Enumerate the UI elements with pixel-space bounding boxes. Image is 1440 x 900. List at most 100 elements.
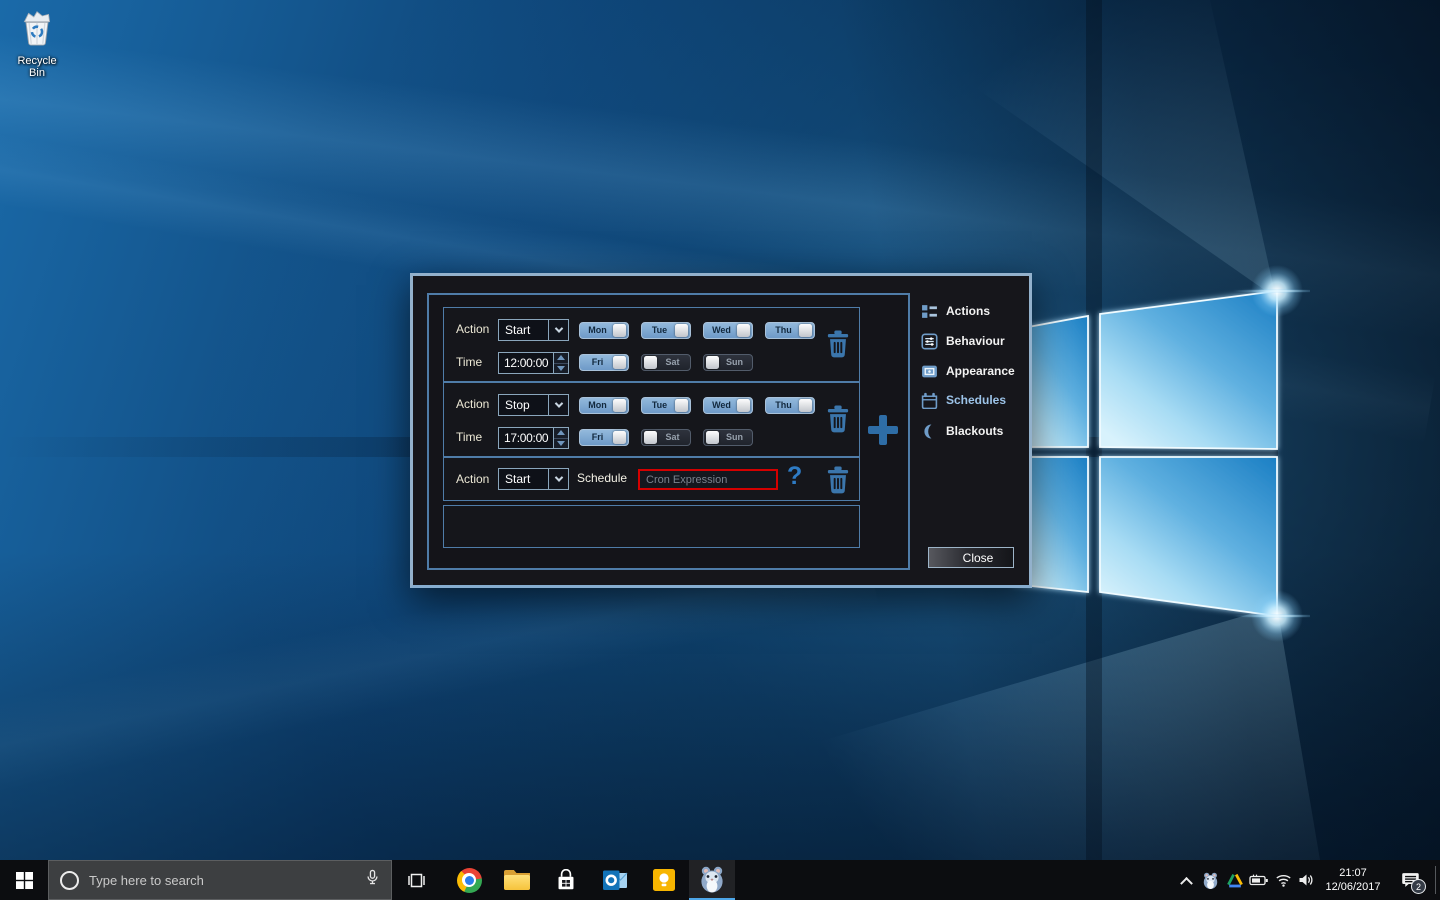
toggle-knob [737, 324, 750, 337]
appearance-icon [921, 363, 938, 380]
taskbar-app-keep[interactable] [644, 860, 684, 900]
action-select[interactable]: Stop [498, 394, 569, 416]
nav-item-schedules[interactable]: Schedules [921, 388, 1031, 412]
cron-help-button[interactable]: ? [787, 462, 802, 491]
outlook-icon [602, 869, 629, 892]
time-value: 12:00:00 [499, 353, 553, 373]
taskbar-app-store[interactable] [546, 860, 586, 900]
day-toggle-sun[interactable]: Sun [703, 429, 753, 446]
time-label: Time [456, 430, 482, 444]
empty-schedule-slot [443, 505, 860, 548]
taskbar-search[interactable]: Type here to search [48, 860, 392, 900]
delete-row-button[interactable] [825, 329, 851, 361]
nav-item-appearance[interactable]: Appearance [921, 359, 1031, 383]
spin-down-button[interactable] [554, 439, 568, 449]
action-select[interactable]: Start [498, 468, 569, 490]
notification-badge: 2 [1411, 879, 1426, 894]
spin-down-button[interactable] [554, 364, 568, 374]
action-select-value: Stop [499, 395, 548, 415]
chevron-down-icon [548, 395, 568, 415]
day-toggle-wed[interactable]: Wed [703, 397, 753, 414]
wifi-icon [1275, 872, 1292, 888]
spin-up-button[interactable] [554, 353, 568, 364]
hamster-app-icon [697, 864, 727, 894]
day-toggle-fri[interactable]: Fri [579, 429, 629, 446]
time-input[interactable]: 12:00:00 [498, 352, 569, 374]
taskbar-app-file-explorer[interactable] [497, 860, 537, 900]
plus-icon [879, 415, 887, 445]
toggle-knob [737, 399, 750, 412]
day-toggle-mon[interactable]: Mon [579, 397, 629, 414]
toggle-knob [644, 431, 657, 444]
taskbar-app-hamster-active[interactable] [689, 860, 735, 900]
delete-row-button[interactable] [825, 465, 851, 497]
toggle-knob [799, 399, 812, 412]
spin-up-button[interactable] [554, 428, 568, 439]
drive-icon [1227, 873, 1243, 888]
tray-google-drive[interactable] [1224, 860, 1246, 900]
store-icon [556, 869, 576, 891]
day-toggle-sun[interactable]: Sun [703, 354, 753, 371]
task-view-icon [407, 872, 426, 889]
nav-item-actions[interactable]: Actions [921, 299, 1031, 323]
tray-wifi[interactable] [1272, 860, 1294, 900]
schedule-row-1: Action Start Time 12:00:00 Mon Tue Wed T… [443, 307, 860, 382]
toggle-knob [644, 356, 657, 369]
cron-expression-input[interactable] [638, 469, 778, 490]
day-toggle-thu[interactable]: Thu [765, 397, 815, 414]
day-toggle-tue[interactable]: Tue [641, 397, 691, 414]
nav-item-behaviour[interactable]: Behaviour [921, 329, 1031, 353]
time-input[interactable]: 17:00:00 [498, 427, 569, 449]
action-select-value: Start [499, 469, 548, 489]
hamster-tray-icon [1201, 871, 1220, 890]
action-label: Action [456, 397, 489, 411]
chevron-up-icon [1180, 876, 1193, 889]
tray-clock[interactable]: 21:07 12/06/2017 [1318, 860, 1388, 900]
day-toggle-mon[interactable]: Mon [579, 322, 629, 339]
show-desktop-button[interactable] [1435, 866, 1436, 894]
day-toggle-sat[interactable]: Sat [641, 354, 691, 371]
action-select-value: Start [499, 320, 548, 340]
day-toggle-thu[interactable]: Thu [765, 322, 815, 339]
actions-icon [921, 303, 938, 320]
battery-icon [1249, 874, 1269, 887]
cortana-icon [60, 871, 79, 890]
tray-chevron-up[interactable] [1176, 860, 1196, 900]
chrome-icon [457, 868, 482, 893]
file-explorer-icon [504, 870, 530, 890]
recycle-bin-shortcut[interactable]: Recycle Bin [8, 6, 66, 79]
day-toggle-tue[interactable]: Tue [641, 322, 691, 339]
trash-icon [825, 465, 851, 494]
toggle-knob [706, 431, 719, 444]
delete-row-button[interactable] [825, 404, 851, 436]
tray-volume[interactable] [1294, 860, 1318, 900]
schedule-label: Schedule [577, 471, 627, 485]
desktop-screen: Recycle Bin Action Start Time 12:00:00 M… [0, 0, 1440, 900]
start-button[interactable] [0, 860, 48, 900]
tray-hamster-app[interactable] [1198, 860, 1222, 900]
taskbar-app-outlook[interactable] [595, 860, 635, 900]
schedule-row-2: Action Stop Time 17:00:00 Mon Tue Wed Th… [443, 382, 860, 457]
recycle-bin-label: Recycle Bin [8, 55, 66, 79]
toggle-knob [613, 399, 626, 412]
behaviour-icon [921, 333, 938, 350]
toggle-knob [613, 431, 626, 444]
scheduler-app-window: Action Start Time 12:00:00 Mon Tue Wed T… [410, 273, 1032, 588]
day-toggle-sat[interactable]: Sat [641, 429, 691, 446]
schedules-icon [921, 392, 938, 409]
add-schedule-button[interactable] [868, 415, 898, 445]
action-select[interactable]: Start [498, 319, 569, 341]
nav-item-blackouts[interactable]: Blackouts [921, 419, 1031, 443]
keep-notes-icon [652, 868, 676, 892]
action-center-button[interactable]: 2 [1392, 860, 1430, 900]
taskbar-app-chrome[interactable] [449, 860, 489, 900]
tray-battery[interactable] [1246, 860, 1272, 900]
day-toggle-fri[interactable]: Fri [579, 354, 629, 371]
action-label: Action [456, 322, 489, 336]
microphone-icon[interactable] [364, 869, 381, 891]
close-button[interactable]: Close [928, 547, 1014, 568]
task-view-button[interactable] [396, 860, 436, 900]
blackouts-icon [921, 423, 938, 440]
chevron-down-icon [548, 469, 568, 489]
day-toggle-wed[interactable]: Wed [703, 322, 753, 339]
